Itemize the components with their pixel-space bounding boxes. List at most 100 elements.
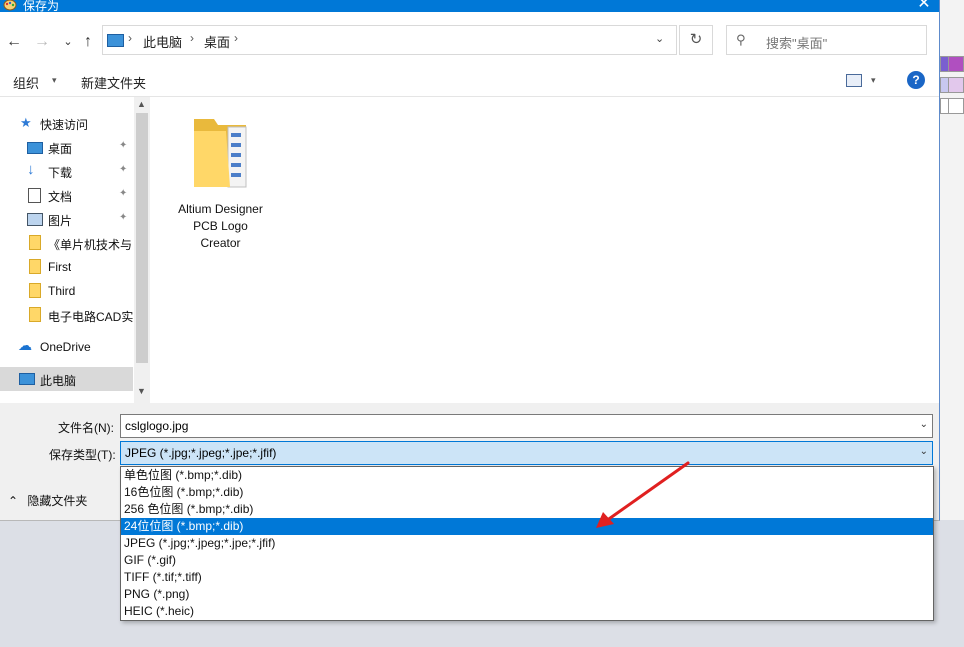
sidebar-item-label: 快速访问 [40, 118, 89, 132]
pin-icon: ✦ [119, 188, 128, 199]
sidebar-item-onedrive[interactable]: ☁ OneDrive [0, 335, 133, 359]
view-options-icon[interactable] [846, 74, 862, 87]
folder-icon [29, 307, 41, 322]
computer-icon [107, 34, 124, 47]
filetype-value[interactable]: JPEG (*.jpg;*.jpeg;*.jpe;*.jfif) [125, 446, 276, 460]
desktop-icon [27, 142, 43, 154]
sidebar-item-label: 下载 [48, 166, 73, 180]
pin-icon: ✦ [119, 164, 128, 175]
address-dropdown-button[interactable]: ⌄ [655, 32, 664, 45]
organize-button[interactable]: 组织 [13, 73, 39, 92]
filetype-option-png[interactable]: PNG (*.png) [121, 586, 933, 603]
sidebar-item-label: 文档 [48, 190, 73, 204]
sidebar-item-downloads[interactable]: ↓ 下载 ✦ [0, 159, 133, 183]
sidebar-item-label: 《单片机技术与 [48, 238, 133, 252]
color-swatch [948, 98, 964, 114]
paint-app-icon [3, 0, 17, 11]
breadcrumb-separator: › [190, 31, 194, 45]
pin-icon: ✦ [119, 212, 128, 223]
chevron-down-icon[interactable]: ⌄ [920, 419, 928, 430]
sidebar-item-documents[interactable]: 文档 ✦ [0, 183, 133, 207]
navigation-bar: ← → ⌄ ↑ › 此电脑 › 桌面 › ⌄ ↻ ⚲ 搜索"桌面" [0, 12, 939, 68]
back-button[interactable]: ← [4, 33, 24, 51]
hide-folders-label: 隐藏文件夹 [27, 494, 88, 508]
search-input[interactable]: 搜索"桌面" [766, 33, 827, 52]
breadcrumb-separator: › [128, 31, 132, 45]
filename-value[interactable]: cslglogo.jpg [125, 419, 188, 433]
sidebar-item-pictures[interactable]: 图片 ✦ [0, 207, 133, 231]
organize-caret-icon: ▾ [52, 75, 57, 85]
recent-locations-button[interactable]: ⌄ [58, 33, 78, 51]
search-icon: ⚲ [736, 32, 746, 47]
filetype-option-mono-bmp[interactable]: 单色位图 (*.bmp;*.dib) [121, 467, 933, 484]
file-name-line: Creator [200, 236, 241, 250]
up-button[interactable]: ↑ [78, 33, 98, 51]
file-name-line: PCB Logo [193, 219, 248, 233]
folder-icon [29, 283, 41, 298]
filetype-dropdown-list: 单色位图 (*.bmp;*.dib) 16色位图 (*.bmp;*.dib) 2… [120, 466, 934, 621]
document-icon [28, 188, 41, 203]
pin-icon: ✦ [119, 140, 128, 151]
address-bar[interactable]: › 此电脑 › 桌面 › ⌄ [102, 25, 677, 55]
filetype-option-256color-bmp[interactable]: 256 色位图 (*.bmp;*.dib) [121, 501, 933, 518]
color-swatch [948, 77, 964, 93]
breadcrumb-separator: › [234, 31, 238, 45]
cloud-icon: ☁ [18, 337, 32, 353]
sidebar-item-label: 桌面 [48, 142, 73, 156]
scroll-up-icon[interactable]: ▲ [137, 99, 146, 109]
scroll-down-icon[interactable]: ▼ [137, 386, 146, 396]
breadcrumb-this-pc[interactable]: 此电脑 [143, 32, 182, 51]
sidebar-item-label: First [48, 260, 72, 274]
filetype-option-heic[interactable]: HEIC (*.heic) [121, 603, 933, 620]
filetype-select[interactable]: JPEG (*.jpg;*.jpeg;*.jpe;*.jfif) ⌄ [120, 441, 933, 465]
file-item-label: Altium Designer PCB Logo Creator [168, 201, 273, 252]
help-icon[interactable]: ? [907, 71, 925, 89]
refresh-button[interactable]: ↻ [679, 25, 713, 55]
sidebar-item-folder-third[interactable]: Third [0, 279, 133, 303]
hide-folders-button[interactable]: ⌃ 隐藏文件夹 [8, 492, 87, 509]
sidebar-item-folder-cad[interactable]: 电子电路CAD实 [0, 303, 133, 327]
chevron-down-icon[interactable]: ⌄ [920, 446, 928, 457]
star-icon: ★ [20, 115, 32, 130]
command-toolbar: 组织 ▾ 新建文件夹 ▾ ? [0, 68, 939, 97]
background-app-palette [940, 0, 964, 520]
filetype-option-jpeg[interactable]: JPEG (*.jpg;*.jpeg;*.jpe;*.jfif) [121, 535, 933, 552]
download-icon: ↓ [27, 161, 35, 178]
navigation-pane: ★ 快速访问 桌面 ✦ ↓ 下载 ✦ 文档 ✦ 图片 ✦ 《单片机技术与 Fir… [0, 97, 134, 403]
sidebar-item-folder-first[interactable]: First [0, 255, 133, 279]
sidebar-item-label: 此电脑 [40, 374, 77, 388]
sidebar-item-label: 电子电路CAD实 [48, 310, 133, 324]
filename-field[interactable]: cslglogo.jpg ⌄ [120, 414, 933, 438]
folder-icon [29, 235, 41, 250]
sidebar-item-label: Third [48, 284, 76, 298]
sidebar-item-folder-mcu[interactable]: 《单片机技术与 [0, 231, 133, 255]
filetype-option-24bit-bmp[interactable]: 24位位图 (*.bmp;*.dib) [121, 518, 933, 535]
folder-icon [194, 119, 247, 188]
sidebar-item-label: OneDrive [40, 340, 91, 354]
forward-button[interactable]: → [32, 33, 52, 51]
title-bar: 保存为 ✕ [0, 0, 939, 13]
filetype-label: 保存类型(T): [49, 448, 116, 462]
chevron-up-icon: ⌃ [8, 494, 19, 508]
color-swatch [948, 56, 964, 72]
filename-label: 文件名(N): [58, 421, 114, 435]
filetype-option-gif[interactable]: GIF (*.gif) [121, 552, 933, 569]
save-as-dialog: 保存为 ✕ ← → ⌄ ↑ › 此电脑 › 桌面 › ⌄ ↻ ⚲ 搜索"桌面" … [0, 0, 940, 521]
filetype-option-16color-bmp[interactable]: 16色位图 (*.bmp;*.dib) [121, 484, 933, 501]
sidebar-item-desktop[interactable]: 桌面 ✦ [0, 135, 133, 159]
filetype-option-tiff[interactable]: TIFF (*.tif;*.tiff) [121, 569, 933, 586]
nav-pane-scrollbar[interactable]: ▲ ▼ [134, 97, 150, 403]
picture-icon [27, 213, 43, 226]
sidebar-item-quick-access[interactable]: ★ 快速访问 [0, 111, 133, 135]
sidebar-item-label: 图片 [48, 214, 73, 228]
computer-icon [19, 373, 35, 385]
search-box[interactable]: ⚲ 搜索"桌面" [726, 25, 927, 55]
folder-icon [29, 259, 41, 274]
new-folder-button[interactable]: 新建文件夹 [81, 73, 146, 92]
view-caret-icon[interactable]: ▾ [871, 75, 876, 86]
sidebar-item-this-pc[interactable]: 此电脑 [0, 367, 133, 391]
breadcrumb-desktop[interactable]: 桌面 [204, 32, 230, 51]
scrollbar-thumb[interactable] [136, 113, 148, 363]
file-list: Altium Designer PCB Logo Creator [150, 97, 939, 403]
file-name-line: Altium Designer [178, 202, 263, 216]
